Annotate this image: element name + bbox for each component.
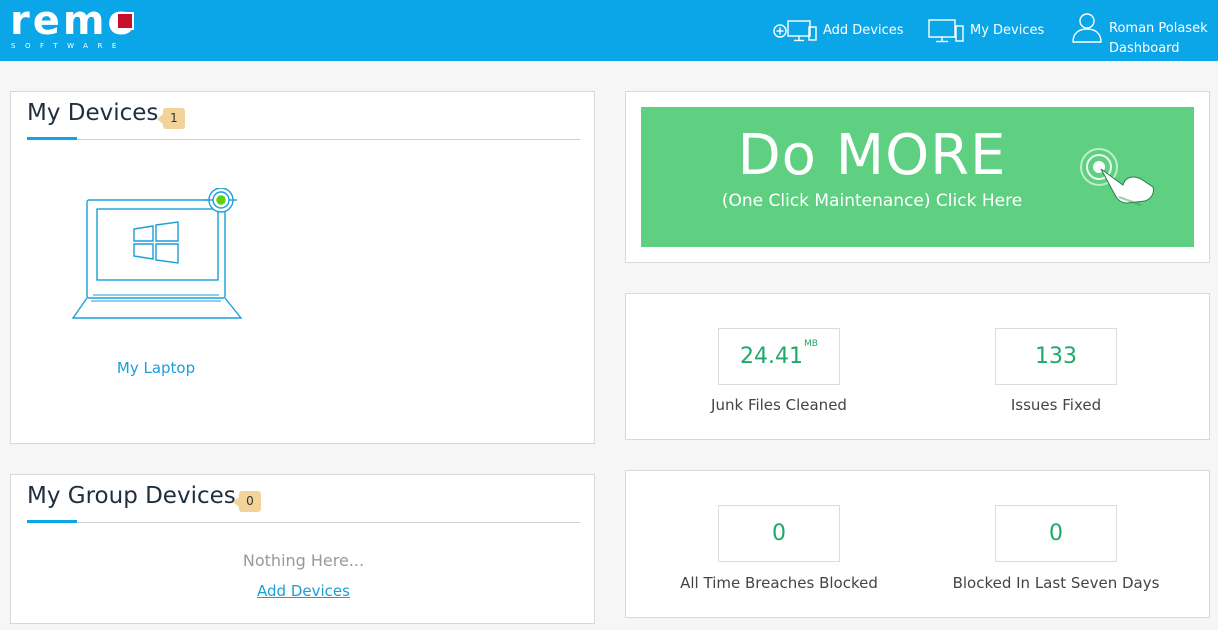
user-menu[interactable]: Roman Polasek Dashboard (1071, 10, 1216, 58)
group-devices-title: My Group Devices (27, 483, 236, 509)
week-breaches-value: 0 (1049, 521, 1063, 546)
issues-fixed-value: 133 (1035, 344, 1077, 369)
all-time-breaches-value: 0 (772, 521, 786, 546)
one-click-maintenance-button[interactable]: Do MORE (One Click Maintenance) Click He… (641, 107, 1194, 247)
user-icon (1071, 11, 1103, 47)
tap-hand-icon (1079, 147, 1159, 213)
junk-files-value-box: 24.41MB (718, 328, 840, 385)
nav-my-devices-label: My Devices (970, 23, 1045, 38)
week-breaches-value-box: 0 (995, 505, 1117, 562)
windows-laptop-icon (71, 187, 243, 319)
nav-add-devices[interactable]: Add Devices (773, 0, 904, 61)
nav-my-devices[interactable]: My Devices (928, 0, 1044, 61)
title-accent (27, 137, 77, 140)
title-divider (27, 139, 580, 140)
junk-files-unit: MB (804, 339, 818, 349)
issues-fixed-label: Issues Fixed (1010, 396, 1102, 414)
device-label[interactable]: My Laptop (66, 359, 246, 377)
monitor-icon (928, 18, 964, 44)
user-name: Roman Polasek (1109, 21, 1208, 36)
maintenance-stats-panel: 24.41MB Junk Files Cleaned 133 Issues Fi… (625, 293, 1210, 440)
nav-add-devices-label: Add Devices (823, 23, 904, 38)
my-devices-panel: My Devices 1 My Laptop (10, 91, 595, 444)
dashboard-link[interactable]: Dashboard (1109, 41, 1180, 56)
title-accent (27, 520, 77, 523)
add-device-icon (773, 18, 817, 44)
do-more-panel: Do MORE (One Click Maintenance) Click He… (625, 91, 1210, 263)
issues-fixed-value-box: 133 (995, 328, 1117, 385)
logo-subtitle: SOFTWARE (11, 42, 126, 50)
title-divider (27, 522, 580, 523)
remo-logo[interactable]: remo SOFTWARE (10, 0, 140, 54)
add-devices-link[interactable]: Add Devices (11, 582, 596, 600)
device-my-laptop[interactable] (71, 187, 246, 384)
logo-red-square (116, 12, 134, 30)
empty-state-text: Nothing Here... (242, 551, 365, 570)
all-time-breaches-value-box: 0 (718, 505, 840, 562)
my-devices-title: My Devices (27, 100, 159, 126)
breach-stats-panel: 0 All Time Breaches Blocked 0 Blocked In… (625, 470, 1210, 618)
junk-files-value: 24.41 (740, 344, 804, 369)
group-devices-count-badge: 0 (233, 491, 261, 512)
all-time-breaches-label: All Time Breaches Blocked (680, 574, 878, 592)
junk-files-label: Junk Files Cleaned (711, 396, 847, 414)
do-more-title: Do MORE (737, 123, 1007, 188)
my-group-devices-panel: My Group Devices 0 Nothing Here... Add D… (10, 474, 595, 624)
week-breaches-label: Blocked In Last Seven Days (952, 574, 1160, 592)
do-more-subtitle: (One Click Maintenance) Click Here (721, 191, 1023, 211)
top-bar: remo SOFTWARE Add Devices My Devices Rom… (0, 0, 1218, 61)
my-devices-count-badge: 1 (157, 108, 185, 129)
